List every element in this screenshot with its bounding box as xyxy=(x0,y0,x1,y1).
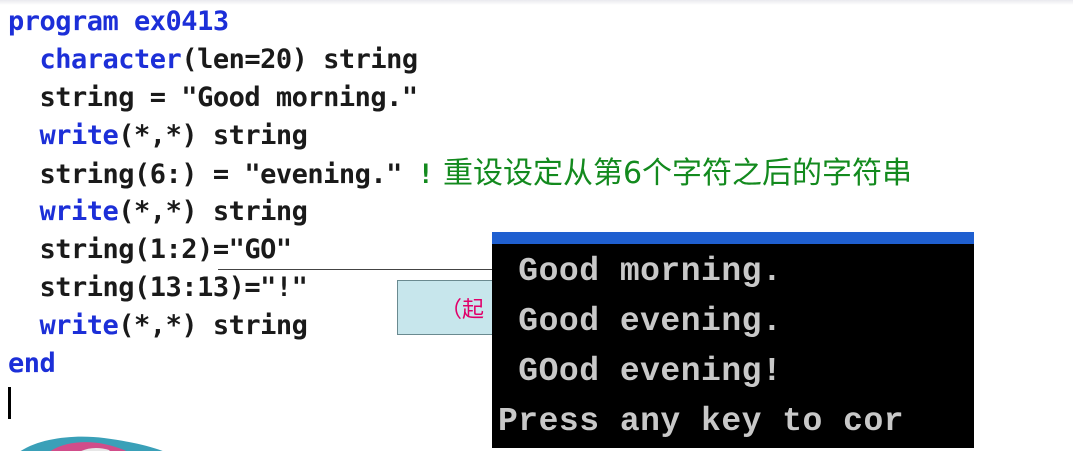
comment-marker: ! xyxy=(417,159,434,190)
console-line: Good evening. xyxy=(498,303,783,340)
console-output: Good morning. Good evening. GOod evening… xyxy=(492,244,974,448)
code-line: string(6:) = "evening." ! 重设设定从第6个字符之后的字… xyxy=(8,156,913,192)
console-titlebar[interactable] xyxy=(492,232,974,244)
code-keyword: write xyxy=(39,196,119,227)
code-line: write(*,*) string xyxy=(8,118,308,154)
code-token: (*,*) string xyxy=(118,196,308,227)
console-line: Press any key to cor xyxy=(498,403,905,440)
console-window[interactable]: Good morning. Good evening. GOod evening… xyxy=(492,232,974,448)
console-line: GOod evening! xyxy=(498,353,783,390)
code-token: string(1:2)="GO" xyxy=(8,234,293,265)
code-line: program ex0413 xyxy=(8,4,229,40)
code-token: (len=20) string xyxy=(181,44,418,75)
logo-icon xyxy=(20,436,163,451)
code-line: write(*,*) string xyxy=(8,308,308,344)
code-token: string(6:) = "evening." xyxy=(8,159,418,190)
code-line: write(*,*) string xyxy=(8,194,308,230)
code-line: end xyxy=(8,346,56,382)
code-token: string(13:13)="!" xyxy=(8,272,308,303)
console-line: Good morning. xyxy=(498,253,783,290)
code-line: character(len=20) string xyxy=(8,42,419,78)
code-token: (*,*) string xyxy=(118,120,308,151)
code-line: string = "Good morning." xyxy=(8,80,419,116)
underline-rule xyxy=(218,269,493,270)
callout-text: （起 xyxy=(440,298,485,323)
code-keyword: write xyxy=(39,120,119,151)
code-token: string = "Good morning." xyxy=(8,82,419,113)
code-line: string(13:13)="!" xyxy=(8,270,308,306)
code-line: string(1:2)="GO" xyxy=(8,232,293,268)
text-cursor xyxy=(8,387,11,419)
slide-canvas: program ex0413 character(len=20) string … xyxy=(0,0,1073,451)
code-keyword: write xyxy=(39,310,119,341)
code-keyword: character xyxy=(39,44,182,75)
code-token: (*,*) string xyxy=(118,310,308,341)
code-keyword: end xyxy=(8,348,56,379)
code-comment: 重设设定从第6个字符之后的字符串 xyxy=(433,156,913,191)
code-keyword: program ex0413 xyxy=(8,6,229,37)
